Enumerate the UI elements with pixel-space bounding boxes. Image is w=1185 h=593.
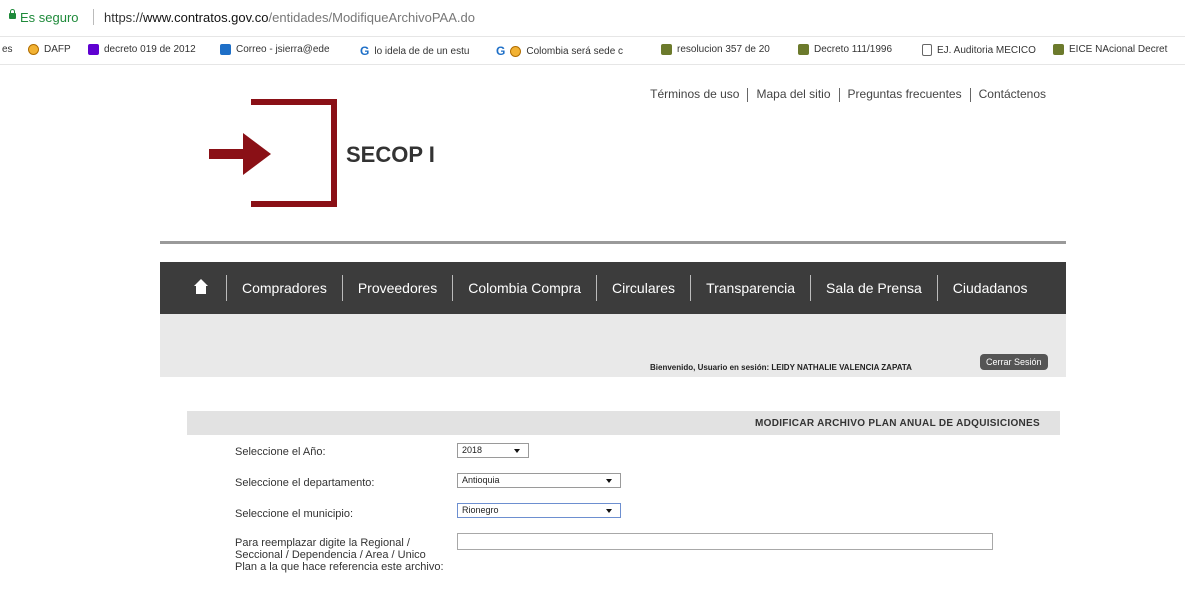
bookmark-label: es bbox=[2, 44, 13, 55]
flag-icon bbox=[798, 44, 809, 55]
year-select[interactable]: 2018 bbox=[457, 443, 529, 458]
dropdown-arrow-icon bbox=[606, 479, 612, 483]
page-content: Términos de uso Mapa del sitio Preguntas f… bbox=[160, 65, 1066, 593]
outlook-icon bbox=[220, 44, 231, 55]
google-icon: G bbox=[496, 44, 506, 58]
bookmark-label: Decreto 111/1996 bbox=[814, 44, 893, 55]
bookmark-label: EJ. Auditoria MECICO bbox=[937, 44, 1036, 56]
form-title: MODIFICAR ARCHIVO PLAN ANUAL DE ADQUISIC… bbox=[755, 418, 1040, 429]
bookmark-item[interactable]: Glo idela de de un estu bbox=[360, 44, 469, 58]
department-select[interactable]: Antioquia bbox=[457, 473, 621, 488]
link-separator bbox=[838, 87, 840, 102]
seal-icon bbox=[510, 45, 522, 57]
home-icon[interactable] bbox=[193, 279, 211, 297]
link-separator bbox=[747, 87, 749, 102]
bookmarks-bar: es DAFP decreto 019 de 2012 Correo - jsi… bbox=[0, 37, 1185, 65]
year-value: 2018 bbox=[462, 445, 483, 455]
bookmark-label: decreto 019 de 2012 bbox=[104, 44, 196, 55]
form-header: MODIFICAR ARCHIVO PLAN ANUAL DE ADQUISIC… bbox=[187, 411, 1060, 435]
bookmark-item[interactable]: resolucion 357 de 20 bbox=[661, 44, 770, 55]
link-separator bbox=[969, 87, 971, 102]
yahoo-icon bbox=[88, 44, 99, 55]
logo-frame-bottom bbox=[251, 201, 265, 207]
nav-circulares[interactable]: Circulares bbox=[612, 280, 675, 296]
municipality-label: Seleccione el municipio: bbox=[235, 508, 354, 520]
bookmark-label: EICE NAcional Decret bbox=[1069, 44, 1168, 55]
bookmark-item[interactable]: EICE NAcional Decret bbox=[1053, 44, 1167, 55]
link-faq[interactable]: Preguntas frecuentes bbox=[848, 87, 962, 101]
dropdown-arrow-icon bbox=[606, 509, 612, 513]
flag-icon bbox=[1053, 44, 1064, 55]
department-label: Seleccione el departamento: bbox=[235, 477, 375, 489]
document-icon bbox=[922, 44, 932, 56]
secop-logo[interactable] bbox=[209, 99, 339, 209]
bookmark-label: Colombia será sede c bbox=[526, 45, 624, 57]
bookmark-item[interactable]: decreto 019 de 2012 bbox=[88, 44, 196, 55]
top-links: Términos de uso Mapa del sitio Preguntas f… bbox=[650, 87, 1046, 102]
header-divider bbox=[160, 241, 1066, 244]
bookmark-label: lo idela de de un estu bbox=[374, 45, 470, 57]
url-path: /entidades/ModifiqueArchivoPAA.do bbox=[268, 10, 475, 25]
municipality-select[interactable]: Rionegro bbox=[457, 503, 621, 518]
nav-compradores[interactable]: Compradores bbox=[242, 280, 327, 296]
nav-separator bbox=[226, 275, 227, 301]
nav-colombia-compra[interactable]: Colombia Compra bbox=[468, 280, 581, 296]
year-label: Seleccione el Año: bbox=[235, 446, 326, 458]
logout-button[interactable]: Cerrar Sesión bbox=[980, 354, 1048, 370]
nav-sala-de-prensa[interactable]: Sala de Prensa bbox=[826, 280, 922, 296]
session-band bbox=[160, 314, 1066, 377]
url-text[interactable]: https://www.contratos.gov.co/entidades/M… bbox=[104, 10, 475, 25]
regional-label: Para reemplazar digite la Regional / Sec… bbox=[235, 537, 444, 573]
lock-icon bbox=[9, 9, 16, 19]
main-nav: Compradores Proveedores Colombia Compra … bbox=[160, 262, 1066, 314]
logo-frame-top bbox=[251, 99, 265, 105]
welcome-text: Bienvenido, Usuario en sesión: LEIDY NAT… bbox=[650, 363, 912, 372]
url-host: www.contratos.gov.co bbox=[143, 10, 269, 25]
bookmark-item[interactable]: Decreto 111/1996 bbox=[798, 44, 892, 55]
brand-title: SECOP I bbox=[346, 142, 435, 167]
bookmark-item[interactable]: G Colombia será sede c bbox=[496, 44, 623, 58]
link-terms[interactable]: Términos de uso bbox=[650, 87, 739, 101]
link-contact[interactable]: Contáctenos bbox=[979, 87, 1046, 101]
bookmark-label: resolucion 357 de 20 bbox=[677, 44, 770, 55]
bookmark-item[interactable]: EJ. Auditoria MECICO bbox=[922, 44, 1036, 56]
municipality-value: Rionegro bbox=[462, 505, 499, 515]
address-bar[interactable]: Es seguro https://www.contratos.gov.co/e… bbox=[0, 0, 1185, 37]
nav-separator bbox=[341, 275, 343, 301]
nav-separator bbox=[936, 275, 938, 301]
bookmark-item[interactable]: DAFP bbox=[28, 44, 71, 55]
dropdown-arrow-icon bbox=[514, 449, 520, 453]
address-separator bbox=[93, 9, 94, 25]
seal-icon bbox=[28, 44, 39, 55]
bookmark-item[interactable]: Correo - jsierra@ede bbox=[220, 44, 330, 55]
bookmark-label: Correo - jsierra@ede bbox=[236, 44, 330, 55]
nav-separator bbox=[810, 275, 812, 301]
nav-separator bbox=[690, 275, 692, 301]
secure-label: Es seguro bbox=[20, 10, 79, 25]
link-sitemap[interactable]: Mapa del sitio bbox=[756, 87, 830, 101]
nav-separator bbox=[452, 275, 454, 301]
nav-ciudadanos[interactable]: Ciudadanos bbox=[953, 280, 1028, 296]
flag-icon bbox=[661, 44, 672, 55]
nav-separator bbox=[596, 275, 598, 301]
google-icon: G bbox=[360, 44, 370, 58]
department-value: Antioquia bbox=[462, 475, 500, 485]
regional-input[interactable] bbox=[457, 533, 993, 550]
bookmark-item[interactable]: es bbox=[2, 44, 13, 55]
nav-transparencia[interactable]: Transparencia bbox=[706, 280, 795, 296]
url-scheme: https:// bbox=[104, 10, 144, 25]
bookmark-label: DAFP bbox=[44, 44, 71, 55]
nav-proveedores[interactable]: Proveedores bbox=[358, 280, 437, 296]
logo-arrow-icon bbox=[243, 133, 271, 175]
